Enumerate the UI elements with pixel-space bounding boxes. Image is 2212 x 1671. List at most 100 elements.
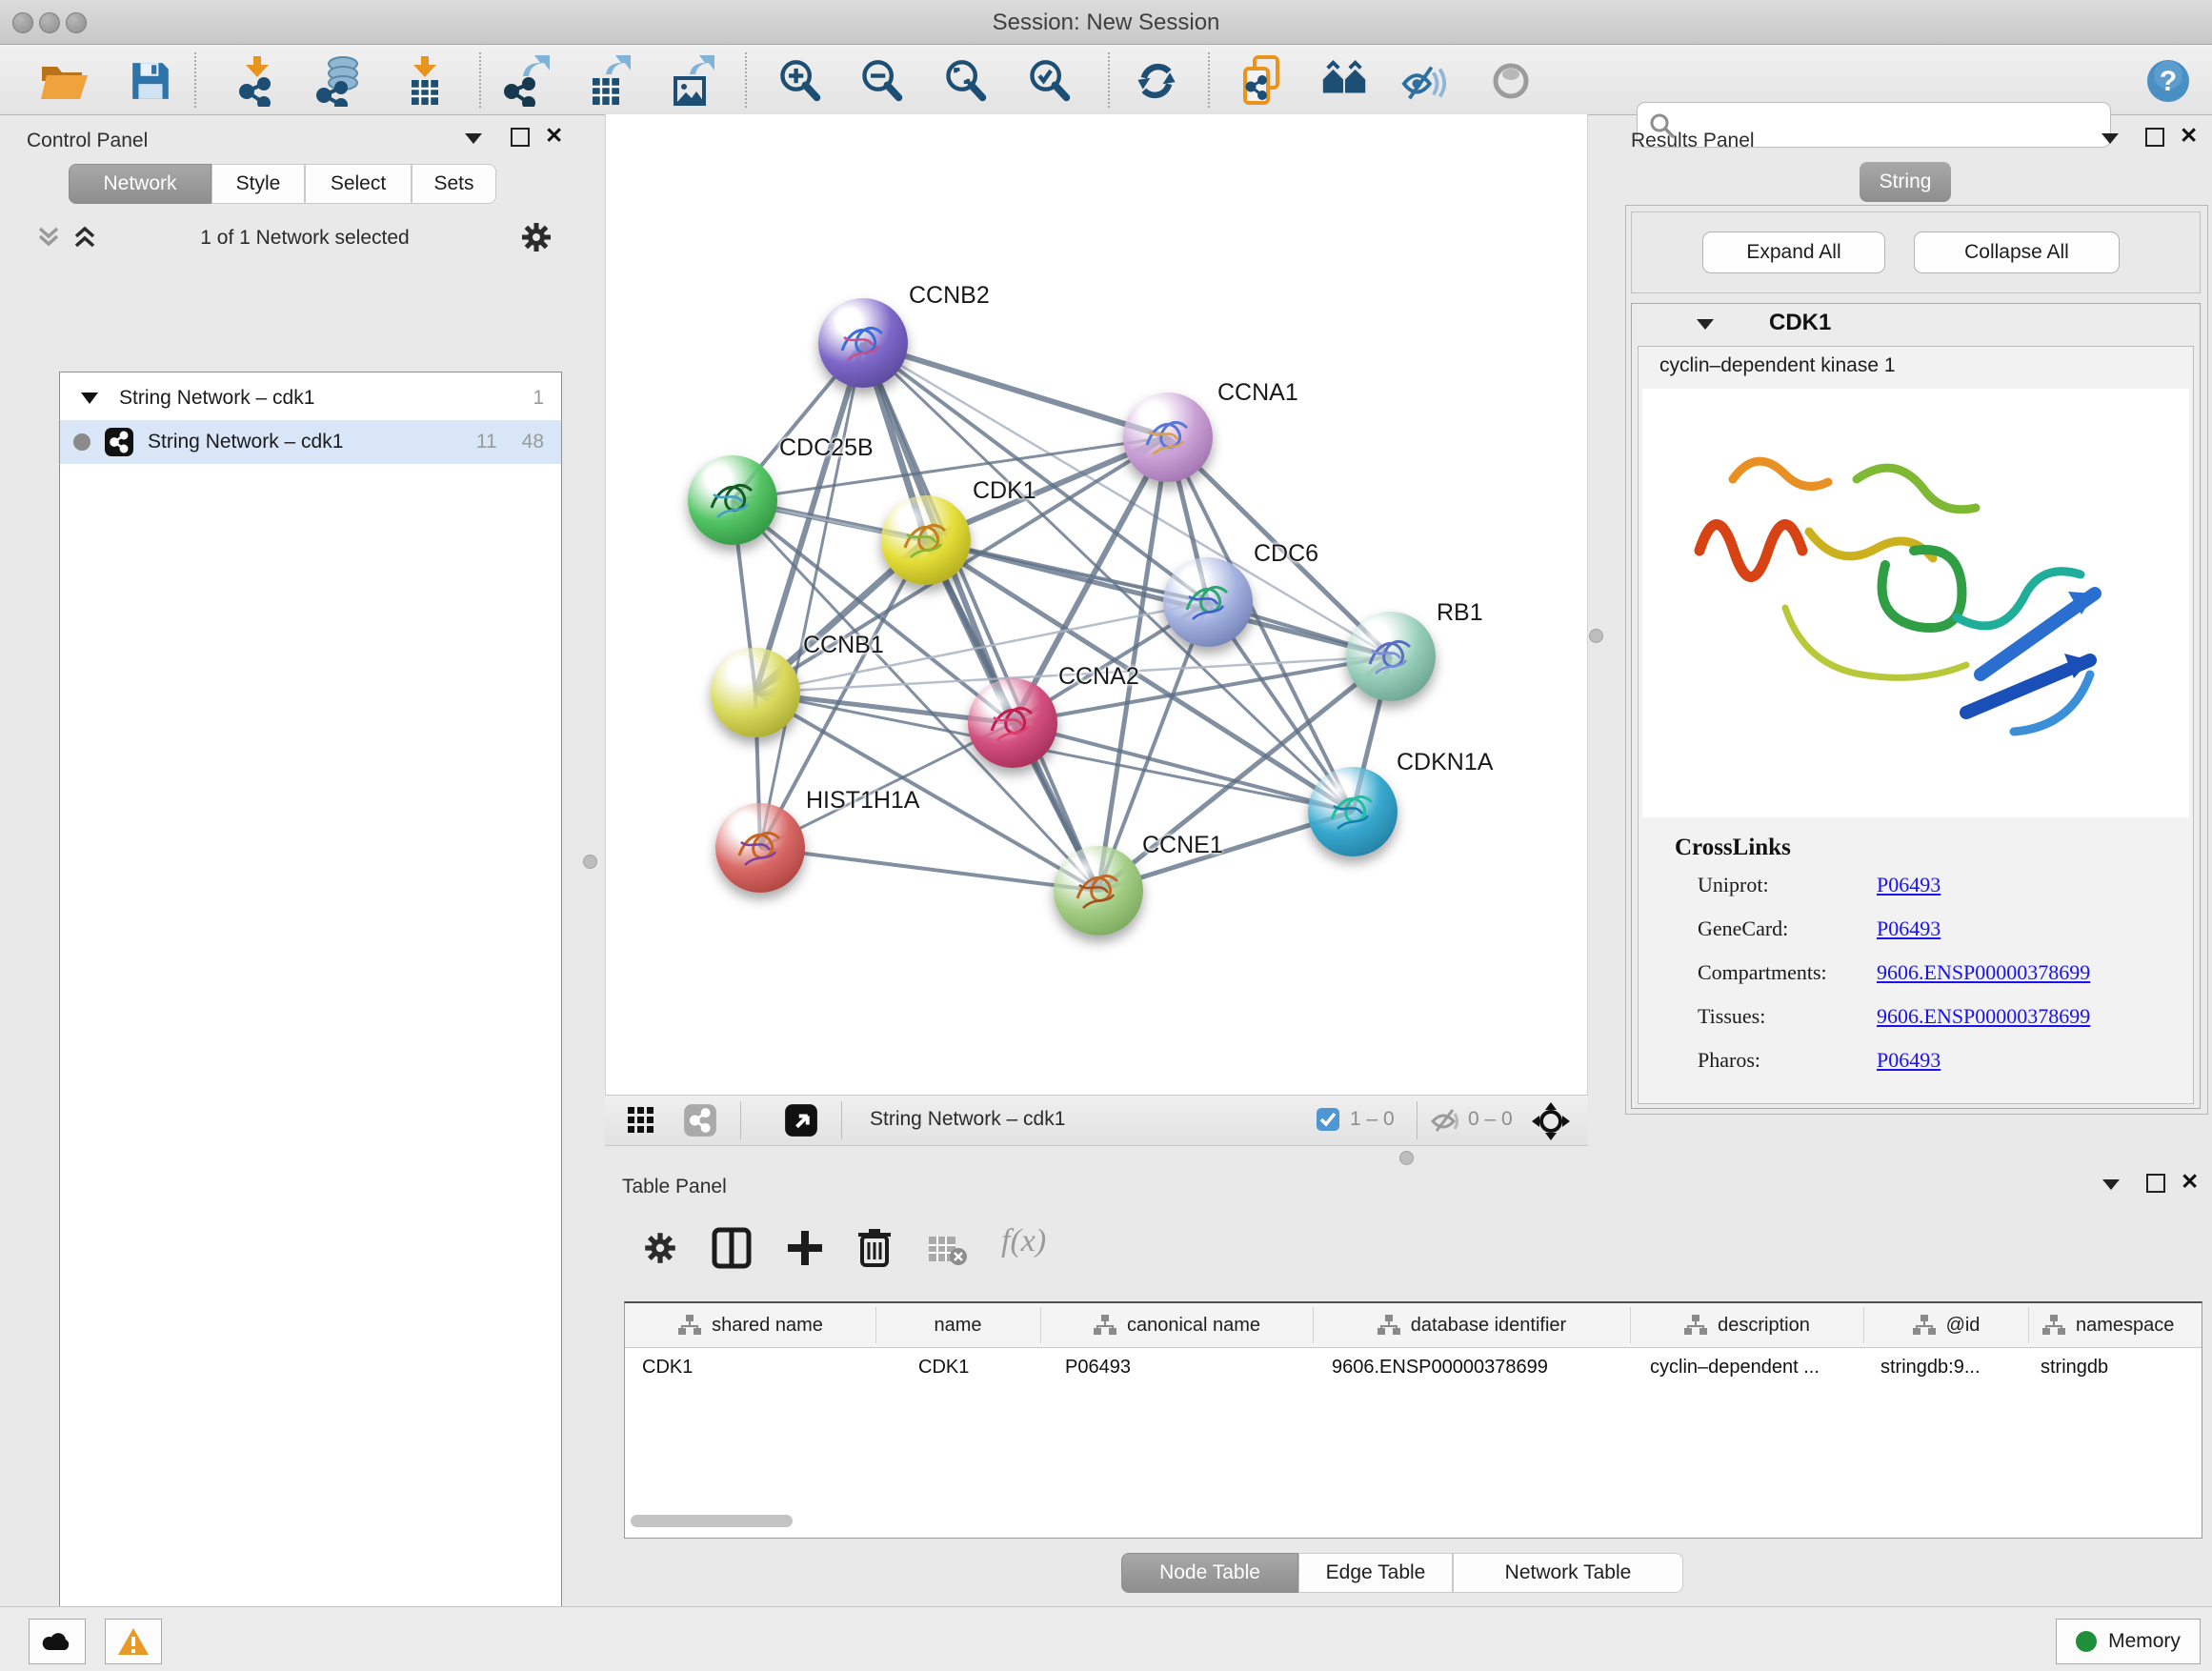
network-node-RB1[interactable] bbox=[1346, 612, 1436, 701]
crosslink-label: Uniprot: bbox=[1698, 873, 1769, 897]
network-collection-row[interactable]: String Network – cdk1 1 bbox=[60, 376, 561, 420]
save-icon[interactable] bbox=[126, 56, 175, 106]
node-label-CDK1: CDK1 bbox=[973, 477, 1036, 505]
inactive-eye-icon[interactable] bbox=[1486, 56, 1536, 106]
panel-float-icon[interactable] bbox=[2101, 133, 2119, 144]
export-table-icon[interactable] bbox=[583, 56, 633, 106]
grid-view-icon[interactable]: {g} bbox=[626, 1105, 656, 1140]
column-header[interactable]: database identifier bbox=[1313, 1303, 1630, 1347]
help-icon[interactable]: ? bbox=[2143, 56, 2193, 106]
horizontal-scrollbar[interactable] bbox=[631, 1515, 793, 1527]
collapse-all-button[interactable]: Collapse All bbox=[1914, 232, 2120, 273]
open-folder-icon[interactable] bbox=[40, 56, 90, 106]
column-header[interactable]: shared name bbox=[625, 1303, 875, 1347]
network-view-canvas[interactable]: CCNB2CCNA1CDC25BCDK1CDC6RB1CCNB1CCNA2CDK… bbox=[605, 114, 1588, 1095]
memory-button[interactable]: Memory bbox=[2056, 1619, 2201, 1664]
delete-table-icon[interactable] bbox=[927, 1233, 969, 1272]
tab-edge-table[interactable]: Edge Table bbox=[1298, 1553, 1453, 1593]
gene-description: cyclin–dependent kinase 1 bbox=[1659, 354, 1896, 377]
export-image-icon[interactable] bbox=[667, 56, 716, 106]
tab-string[interactable]: String bbox=[1860, 162, 1951, 202]
panel-maximize-icon[interactable] bbox=[511, 128, 530, 147]
network-node-CCNA2[interactable] bbox=[968, 678, 1057, 768]
network-node-CCNB2[interactable] bbox=[818, 298, 908, 388]
add-column-icon[interactable] bbox=[784, 1227, 826, 1274]
panel-close-icon[interactable]: ✕ bbox=[2180, 128, 2198, 143]
tree-expand-icon[interactable] bbox=[81, 393, 98, 404]
network-node-CDK1[interactable] bbox=[881, 495, 971, 585]
protein-ribbon-thumbnail bbox=[1123, 393, 1213, 482]
cloud-button[interactable] bbox=[29, 1619, 86, 1664]
panel-close-icon[interactable]: ✕ bbox=[2181, 1174, 2199, 1189]
compartments-link[interactable]: 9606.ENSP00000378699 bbox=[1877, 960, 2090, 985]
import-database-icon[interactable] bbox=[314, 56, 364, 106]
tab-network[interactable]: Network bbox=[69, 164, 211, 204]
network-row-selected[interactable]: String Network – cdk1 11 48 bbox=[60, 420, 561, 464]
tab-style[interactable]: Style bbox=[211, 164, 305, 204]
crosslink-label: Tissues: bbox=[1698, 1004, 1765, 1029]
zoom-selected-icon[interactable] bbox=[1025, 56, 1075, 106]
column-header[interactable]: @id bbox=[1863, 1303, 2028, 1347]
network-node-CCNA1[interactable] bbox=[1123, 393, 1213, 482]
tab-node-table[interactable]: Node Table bbox=[1121, 1553, 1298, 1593]
zoom-in-icon[interactable] bbox=[775, 56, 825, 106]
tab-network-table[interactable]: Network Table bbox=[1453, 1553, 1683, 1593]
gene-section: CDK1 cyclin–dependent kinase 1 bbox=[1631, 303, 2201, 1109]
warnings-button[interactable] bbox=[105, 1619, 162, 1664]
panel-maximize-icon[interactable] bbox=[2145, 128, 2164, 147]
zoom-out-icon[interactable] bbox=[857, 56, 907, 106]
tab-sets[interactable]: Sets bbox=[412, 164, 496, 204]
tissues-link[interactable]: 9606.ENSP00000378699 bbox=[1877, 1004, 2090, 1029]
column-header[interactable]: name bbox=[875, 1303, 1040, 1347]
toolbar-separator bbox=[745, 52, 747, 108]
node-label-CCNB1: CCNB1 bbox=[803, 632, 884, 659]
panel-float-icon[interactable] bbox=[2102, 1179, 2120, 1190]
network-options-gear-icon[interactable] bbox=[518, 219, 554, 260]
birdseye-view-icon[interactable] bbox=[784, 1103, 818, 1142]
genecard-link[interactable]: P06493 bbox=[1877, 916, 1941, 941]
refresh-icon[interactable] bbox=[1132, 56, 1181, 106]
node-label-CCNE1: CCNE1 bbox=[1142, 832, 1223, 859]
network-node-CDC25B[interactable] bbox=[688, 455, 777, 545]
expand-all-button[interactable]: Expand All bbox=[1702, 232, 1885, 273]
network-node-CDC6[interactable] bbox=[1163, 557, 1253, 647]
results-panel-title: Results Panel bbox=[1631, 130, 1755, 152]
network-share-icon[interactable] bbox=[683, 1103, 717, 1142]
network-node-CCNB1[interactable] bbox=[711, 648, 800, 737]
network-node-CCNE1[interactable] bbox=[1054, 846, 1143, 936]
tab-select[interactable]: Select bbox=[305, 164, 412, 204]
splitter-handle[interactable] bbox=[1589, 629, 1603, 643]
cell-namespace: stringdb bbox=[2041, 1357, 2108, 1379]
function-builder-icon[interactable]: f(x) bbox=[1001, 1223, 1046, 1259]
hide-panel-eye-icon[interactable] bbox=[1400, 56, 1450, 106]
network-node-CDKN1A[interactable] bbox=[1308, 767, 1398, 856]
splitter-handle[interactable] bbox=[583, 855, 597, 869]
zoom-fit-icon[interactable] bbox=[941, 56, 991, 106]
delete-column-trash-icon[interactable] bbox=[855, 1225, 895, 1274]
section-collapse-icon[interactable] bbox=[1697, 319, 1714, 330]
export-network-icon[interactable] bbox=[502, 56, 552, 106]
panel-maximize-icon[interactable] bbox=[2146, 1174, 2165, 1193]
column-header[interactable]: namespace bbox=[2028, 1303, 2212, 1347]
selected-checkbox-icon[interactable] bbox=[1316, 1107, 1340, 1137]
splitter-handle[interactable] bbox=[1399, 1151, 1414, 1165]
show-columns-icon[interactable] bbox=[712, 1227, 752, 1274]
import-network-icon[interactable] bbox=[232, 56, 282, 106]
pharos-link[interactable]: P06493 bbox=[1877, 1048, 1941, 1073]
table-header-row: shared name name canonical name database… bbox=[625, 1303, 2202, 1348]
hidden-eye-icon[interactable] bbox=[1430, 1107, 1462, 1138]
import-table-icon[interactable] bbox=[400, 56, 450, 106]
network-node-HIST1H1A[interactable] bbox=[715, 803, 805, 893]
fit-content-crosshair-icon[interactable] bbox=[1531, 1101, 1571, 1146]
panel-float-icon[interactable] bbox=[465, 133, 482, 144]
column-header[interactable]: canonical name bbox=[1040, 1303, 1313, 1347]
copy-style-icon[interactable] bbox=[1238, 56, 1288, 106]
expand-all-networks-icon[interactable] bbox=[70, 225, 99, 256]
uniprot-link[interactable]: P06493 bbox=[1877, 873, 1941, 897]
panel-close-icon[interactable]: ✕ bbox=[545, 128, 563, 143]
column-header[interactable]: description bbox=[1630, 1303, 1863, 1347]
table-settings-gear-icon[interactable] bbox=[641, 1229, 679, 1272]
string-home-icon[interactable] bbox=[1320, 56, 1370, 106]
collapse-all-networks-icon[interactable] bbox=[34, 225, 63, 256]
hidden-counts: 0 – 0 bbox=[1468, 1108, 1513, 1131]
